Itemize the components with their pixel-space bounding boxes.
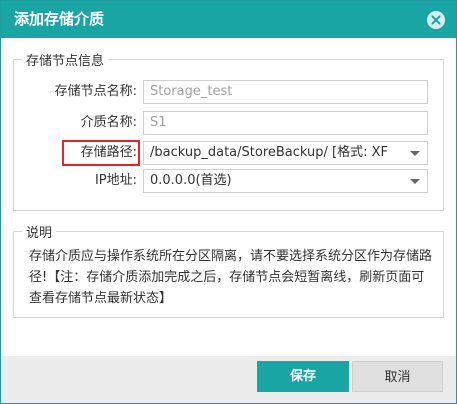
cancel-button[interactable]: 取消 xyxy=(352,361,443,392)
node-name-field[interactable]: Storage_test xyxy=(143,80,428,104)
description-text: 存储介质应与操作系统所在分区隔离，请不要选择系统分区作为存储路径!【注：存储介质… xyxy=(29,249,433,306)
description-legend: 说明 xyxy=(26,226,53,241)
ip-address-value: 0.0.0.0(首选) xyxy=(150,173,232,188)
storage-path-label: 存储路径: xyxy=(80,145,137,160)
ip-address-label: IP地址: xyxy=(94,173,137,188)
add-storage-medium-dialog: 添加存储介质 存储节点信息 存储节点名称: Storage_test 介质名称:… xyxy=(0,0,457,404)
storage-path-select[interactable]: /backup_data/StoreBackup/ [格式: XF xyxy=(143,141,428,165)
dialog-title: 添加存储介质 xyxy=(14,10,105,28)
close-icon xyxy=(431,15,441,25)
medium-name-field[interactable]: S1 xyxy=(143,111,428,135)
node-name-label: 存储节点名称: xyxy=(54,84,137,99)
chevron-down-icon xyxy=(410,179,420,184)
dialog-titlebar: 添加存储介质 xyxy=(1,1,456,38)
medium-name-label: 介质名称: xyxy=(80,115,137,130)
chevron-down-icon xyxy=(410,151,420,156)
close-button[interactable] xyxy=(427,11,445,29)
save-button[interactable]: 保存 xyxy=(257,361,349,392)
ip-address-select[interactable]: 0.0.0.0(首选) xyxy=(143,169,428,193)
storage-node-info-legend: 存储节点信息 xyxy=(26,54,105,69)
storage-path-value: /backup_data/StoreBackup/ [格式: XF xyxy=(150,145,389,160)
